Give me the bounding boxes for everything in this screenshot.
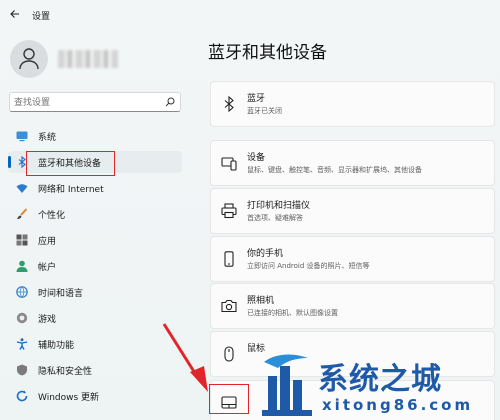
- person-icon: [16, 260, 28, 272]
- card-description: 已连接的相机、默认图像设置: [247, 309, 338, 317]
- sidebar-item-gaming[interactable]: 游戏: [8, 307, 182, 329]
- sidebar-item-label: Windows 更新: [38, 393, 100, 403]
- avatar[interactable]: [10, 40, 48, 78]
- watermark: 系统之城 xitong86.com: [258, 352, 500, 420]
- bluetooth-icon: [224, 96, 234, 112]
- mouse-icon: [224, 346, 234, 362]
- card-title: 照相机: [247, 296, 275, 306]
- devices-icon: [221, 157, 237, 171]
- sidebar-item-label: 游戏: [38, 315, 57, 325]
- sidebar-item-label: 个性化: [38, 211, 66, 221]
- monitor-icon: [16, 131, 28, 142]
- card-bluetooth[interactable]: 蓝牙 蓝牙已关闭: [210, 81, 495, 127]
- city-logo-icon: [262, 354, 312, 416]
- search-input[interactable]: [14, 96, 154, 109]
- card-camera[interactable]: 照相机 已连接的相机、默认图像设置: [210, 283, 495, 329]
- card-printers[interactable]: 打印机和扫描仪 首选项、疑难解答: [210, 188, 495, 234]
- card-description: 首选项、疑难解答: [247, 214, 303, 222]
- watermark-domain: xitong86.com: [322, 396, 474, 414]
- sidebar-item-label: 辅助功能: [38, 341, 75, 351]
- search-icon[interactable]: [165, 97, 175, 107]
- card-title: 设备: [247, 153, 266, 163]
- card-description: 蓝牙已关闭: [247, 107, 282, 115]
- card-title: 蓝牙: [247, 94, 266, 104]
- refresh-icon: [16, 390, 28, 402]
- sidebar-item-time-language[interactable]: 时间和语言: [8, 281, 182, 303]
- printer-icon: [221, 203, 237, 219]
- globe-clock-icon: [16, 286, 28, 298]
- sidebar-item-label: 应用: [38, 237, 57, 247]
- app-title: 设置: [32, 12, 51, 22]
- person-icon: [19, 48, 39, 70]
- card-title: 打印机和扫描仪: [247, 201, 311, 211]
- settings-window: 设置 系统 蓝牙和其他设备: [0, 0, 500, 420]
- sidebar-item-windows-update[interactable]: Windows 更新: [8, 385, 182, 407]
- sidebar-item-label: 帐户: [38, 263, 57, 273]
- camera-icon: [221, 299, 237, 313]
- sidebar-item-label: 隐私和安全性: [38, 367, 93, 377]
- card-description: 鼠标、键盘、触控笔、音频、显示器和扩展坞、其他设备: [247, 166, 422, 174]
- sidebar-item-accounts[interactable]: 帐户: [8, 255, 182, 277]
- search-box[interactable]: [9, 92, 181, 112]
- sidebar-item-system[interactable]: 系统: [8, 125, 182, 147]
- page-title: 蓝牙和其他设备: [208, 43, 327, 63]
- wifi-icon: [16, 184, 28, 193]
- active-indicator: [8, 156, 11, 168]
- sidebar-item-apps[interactable]: 应用: [8, 229, 182, 251]
- sidebar-item-label: 网络和 Internet: [38, 185, 104, 195]
- username-blurred: [58, 50, 118, 68]
- accessibility-icon: [16, 338, 28, 350]
- shield-icon: [17, 364, 27, 376]
- watermark-text: 系统之城: [318, 362, 442, 397]
- apps-icon: [16, 234, 28, 246]
- sidebar-item-privacy[interactable]: 隐私和安全性: [8, 359, 182, 381]
- red-arrow-icon: [162, 323, 208, 392]
- sidebar-item-accessibility[interactable]: 辅助功能: [8, 333, 182, 355]
- card-devices[interactable]: 设备 鼠标、键盘、触控笔、音频、显示器和扩展坞、其他设备: [210, 140, 495, 186]
- sidebar-item-personalization[interactable]: 个性化: [8, 203, 182, 225]
- highlight-box-touchpad: [209, 384, 249, 414]
- sidebar-item-network[interactable]: 网络和 Internet: [8, 177, 182, 199]
- card-your-phone[interactable]: 你的手机 立即访问 Android 设备的照片、短信等: [210, 236, 495, 282]
- card-description: 立即访问 Android 设备的照片、短信等: [247, 262, 370, 270]
- sidebar-item-label: 时间和语言: [38, 289, 84, 299]
- back-arrow-icon: [10, 10, 19, 18]
- gamepad-icon: [16, 312, 28, 324]
- phone-icon: [224, 251, 234, 267]
- card-title: 你的手机: [247, 249, 284, 259]
- brush-icon: [17, 208, 28, 219]
- sidebar-item-label: 系统: [38, 133, 57, 143]
- back-button[interactable]: [8, 8, 22, 22]
- highlight-box-bluetooth: [26, 151, 115, 176]
- title-bar: 设置: [0, 0, 500, 30]
